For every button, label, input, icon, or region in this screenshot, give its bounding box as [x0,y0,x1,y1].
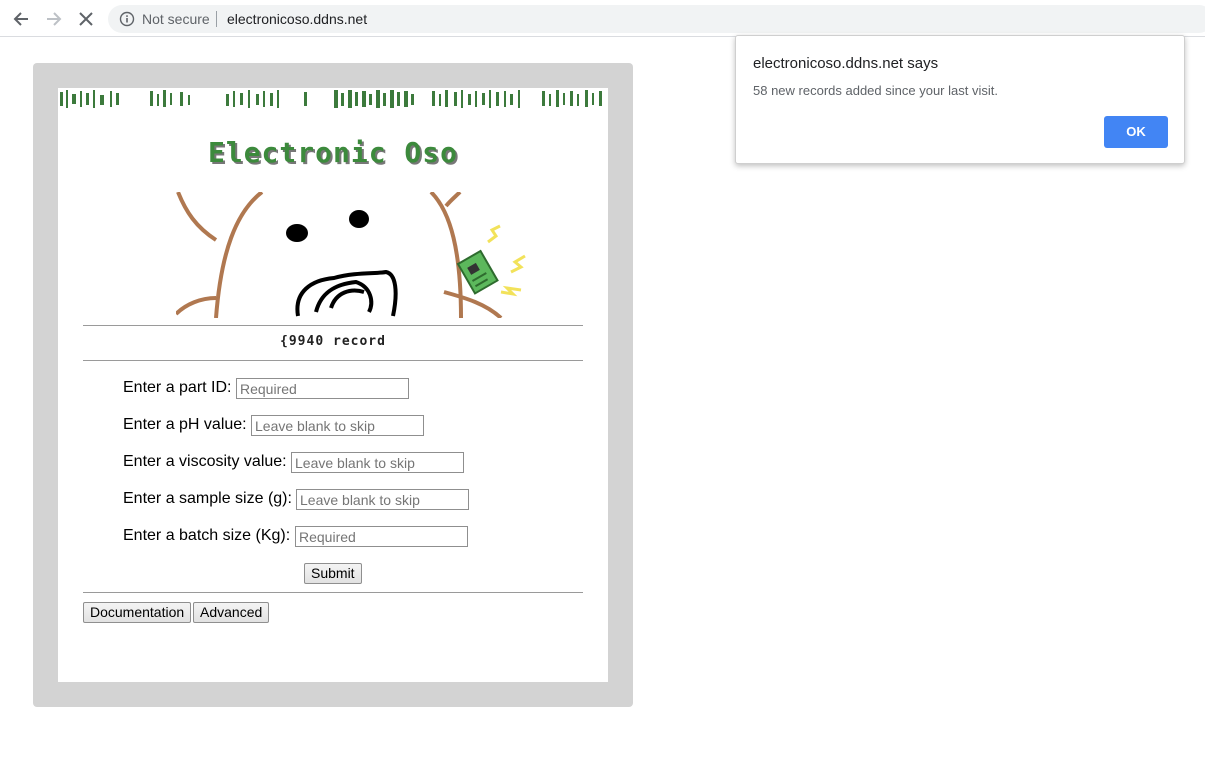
address-separator [216,11,217,27]
submit-button[interactable]: Submit [304,563,362,584]
divider [83,360,583,361]
viscosity-label: Enter a viscosity value: [123,453,287,470]
alert-dialog: electronicoso.ddns.net says 58 new recor… [735,35,1185,164]
address-bar[interactable]: Not secure electronicoso.ddns.net [108,5,1205,33]
record-count: {9940 record [280,334,386,349]
security-label[interactable]: Not secure [142,11,210,27]
advanced-button[interactable]: Advanced [193,602,270,623]
content-panel: Electronic Oso {9940 record Enter a part… [58,88,608,682]
info-icon[interactable] [119,11,135,27]
batch-size-input[interactable] [295,526,468,547]
forward-arrow-icon[interactable] [43,8,65,30]
bear-mascot-image [176,192,526,318]
viscosity-input[interactable] [291,452,464,473]
ph-label: Enter a pH value: [123,416,247,433]
ph-input[interactable] [251,415,424,436]
ok-button[interactable]: OK [1104,116,1168,148]
part-id-input[interactable] [236,378,409,399]
matrix-banner-image [58,88,608,110]
divider [83,325,583,326]
back-arrow-icon[interactable] [10,8,32,30]
dialog-message: 58 new records added since your last vis… [753,83,998,98]
stop-loading-icon[interactable] [75,8,97,30]
part-id-label: Enter a part ID: [123,379,232,396]
url-text[interactable]: electronicoso.ddns.net [227,11,367,27]
sample-size-input[interactable] [296,489,469,510]
batch-size-label: Enter a batch size (Kg): [123,527,291,544]
divider [83,592,583,593]
page-frame: Electronic Oso {9940 record Enter a part… [33,63,633,707]
browser-toolbar: Not secure electronicoso.ddns.net [0,0,1205,37]
sample-size-label: Enter a sample size (g): [123,490,292,507]
site-title: Electronic Oso [207,136,458,169]
dialog-title: electronicoso.ddns.net says [753,55,939,72]
documentation-button[interactable]: Documentation [83,602,192,623]
